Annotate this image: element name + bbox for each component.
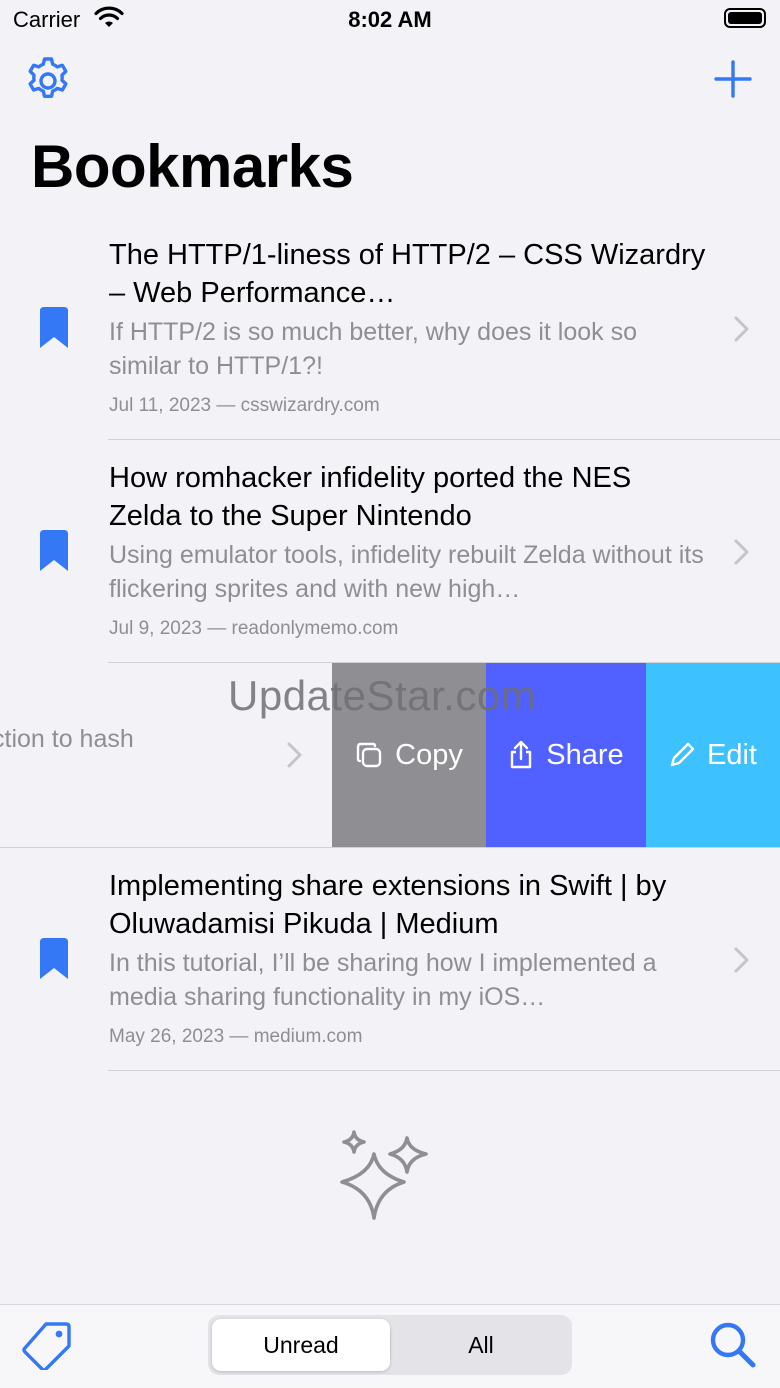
bookmark-description: In this tutorial, I’ll be sharing how I … xyxy=(109,949,657,1011)
bookmark-icon xyxy=(40,307,68,348)
swiped-row-text: ction to hash xyxy=(0,725,134,753)
copy-icon xyxy=(356,742,382,768)
chevron-right-icon xyxy=(734,539,749,565)
status-bar: Carrier 8:02 AM xyxy=(0,0,780,40)
list-item[interactable]: The HTTP/1-liness of HTTP/2 – CSS Wizard… xyxy=(0,232,780,440)
copy-button[interactable]: Copy xyxy=(332,663,486,847)
segment-divider xyxy=(390,1331,391,1359)
bookmark-meta: May 26, 2023 — medium.com xyxy=(109,1026,363,1047)
bookmark-icon xyxy=(40,530,68,571)
bookmark-meta: Jul 11, 2023 — csswizardry.com xyxy=(109,395,380,416)
share-button[interactable]: Share xyxy=(486,663,646,847)
bookmark-description: Using emulator tools, infidelity rebuilt… xyxy=(109,541,704,603)
sparkles-icon xyxy=(340,1130,428,1220)
list-item[interactable]: Implementing share extensions in Swift |… xyxy=(0,863,780,1071)
bookmark-title: Implementing share extensions in Swift |… xyxy=(109,870,667,940)
segment-all-label: All xyxy=(468,1331,494,1358)
bookmark-description: If HTTP/2 is so much better, why does it… xyxy=(109,318,637,380)
battery-nub xyxy=(724,8,766,28)
bookmark-title: How romhacker infidelity ported the NES … xyxy=(109,462,632,532)
copy-label: Copy xyxy=(395,738,463,771)
share-icon xyxy=(511,740,532,769)
status-time: 8:02 AM xyxy=(348,7,432,32)
edit-label: Edit xyxy=(707,738,757,771)
bookmark-icon xyxy=(40,938,68,979)
swiped-list-item[interactable]: ction to hash Copy Share Edit xyxy=(0,663,780,847)
page-title: Bookmarks xyxy=(31,133,354,200)
tag-icon[interactable] xyxy=(22,1318,74,1370)
chevron-right-icon xyxy=(734,316,749,342)
list-item[interactable]: How romhacker infidelity ported the NES … xyxy=(0,455,780,663)
row-separator xyxy=(0,847,780,848)
segment-all[interactable]: All xyxy=(394,1319,568,1371)
segment-unread[interactable]: Unread xyxy=(212,1319,390,1371)
edit-button[interactable]: Edit xyxy=(646,663,780,847)
row-separator xyxy=(108,439,780,440)
filter-segmented-control: Unread All xyxy=(208,1315,572,1375)
share-label: Share xyxy=(546,738,624,771)
pencil-icon xyxy=(670,742,695,767)
row-separator xyxy=(108,1070,780,1071)
bookmark-meta: Jul 9, 2023 — readonlymemo.com xyxy=(109,618,399,639)
chevron-right-icon xyxy=(734,947,749,973)
gear-icon[interactable] xyxy=(22,55,74,107)
segment-unread-label: Unread xyxy=(263,1331,339,1358)
bookmark-title: The HTTP/1-liness of HTTP/2 – CSS Wizard… xyxy=(109,239,706,309)
chevron-right-icon xyxy=(287,742,302,768)
search-icon[interactable] xyxy=(708,1320,758,1370)
plus-icon[interactable] xyxy=(712,58,754,100)
